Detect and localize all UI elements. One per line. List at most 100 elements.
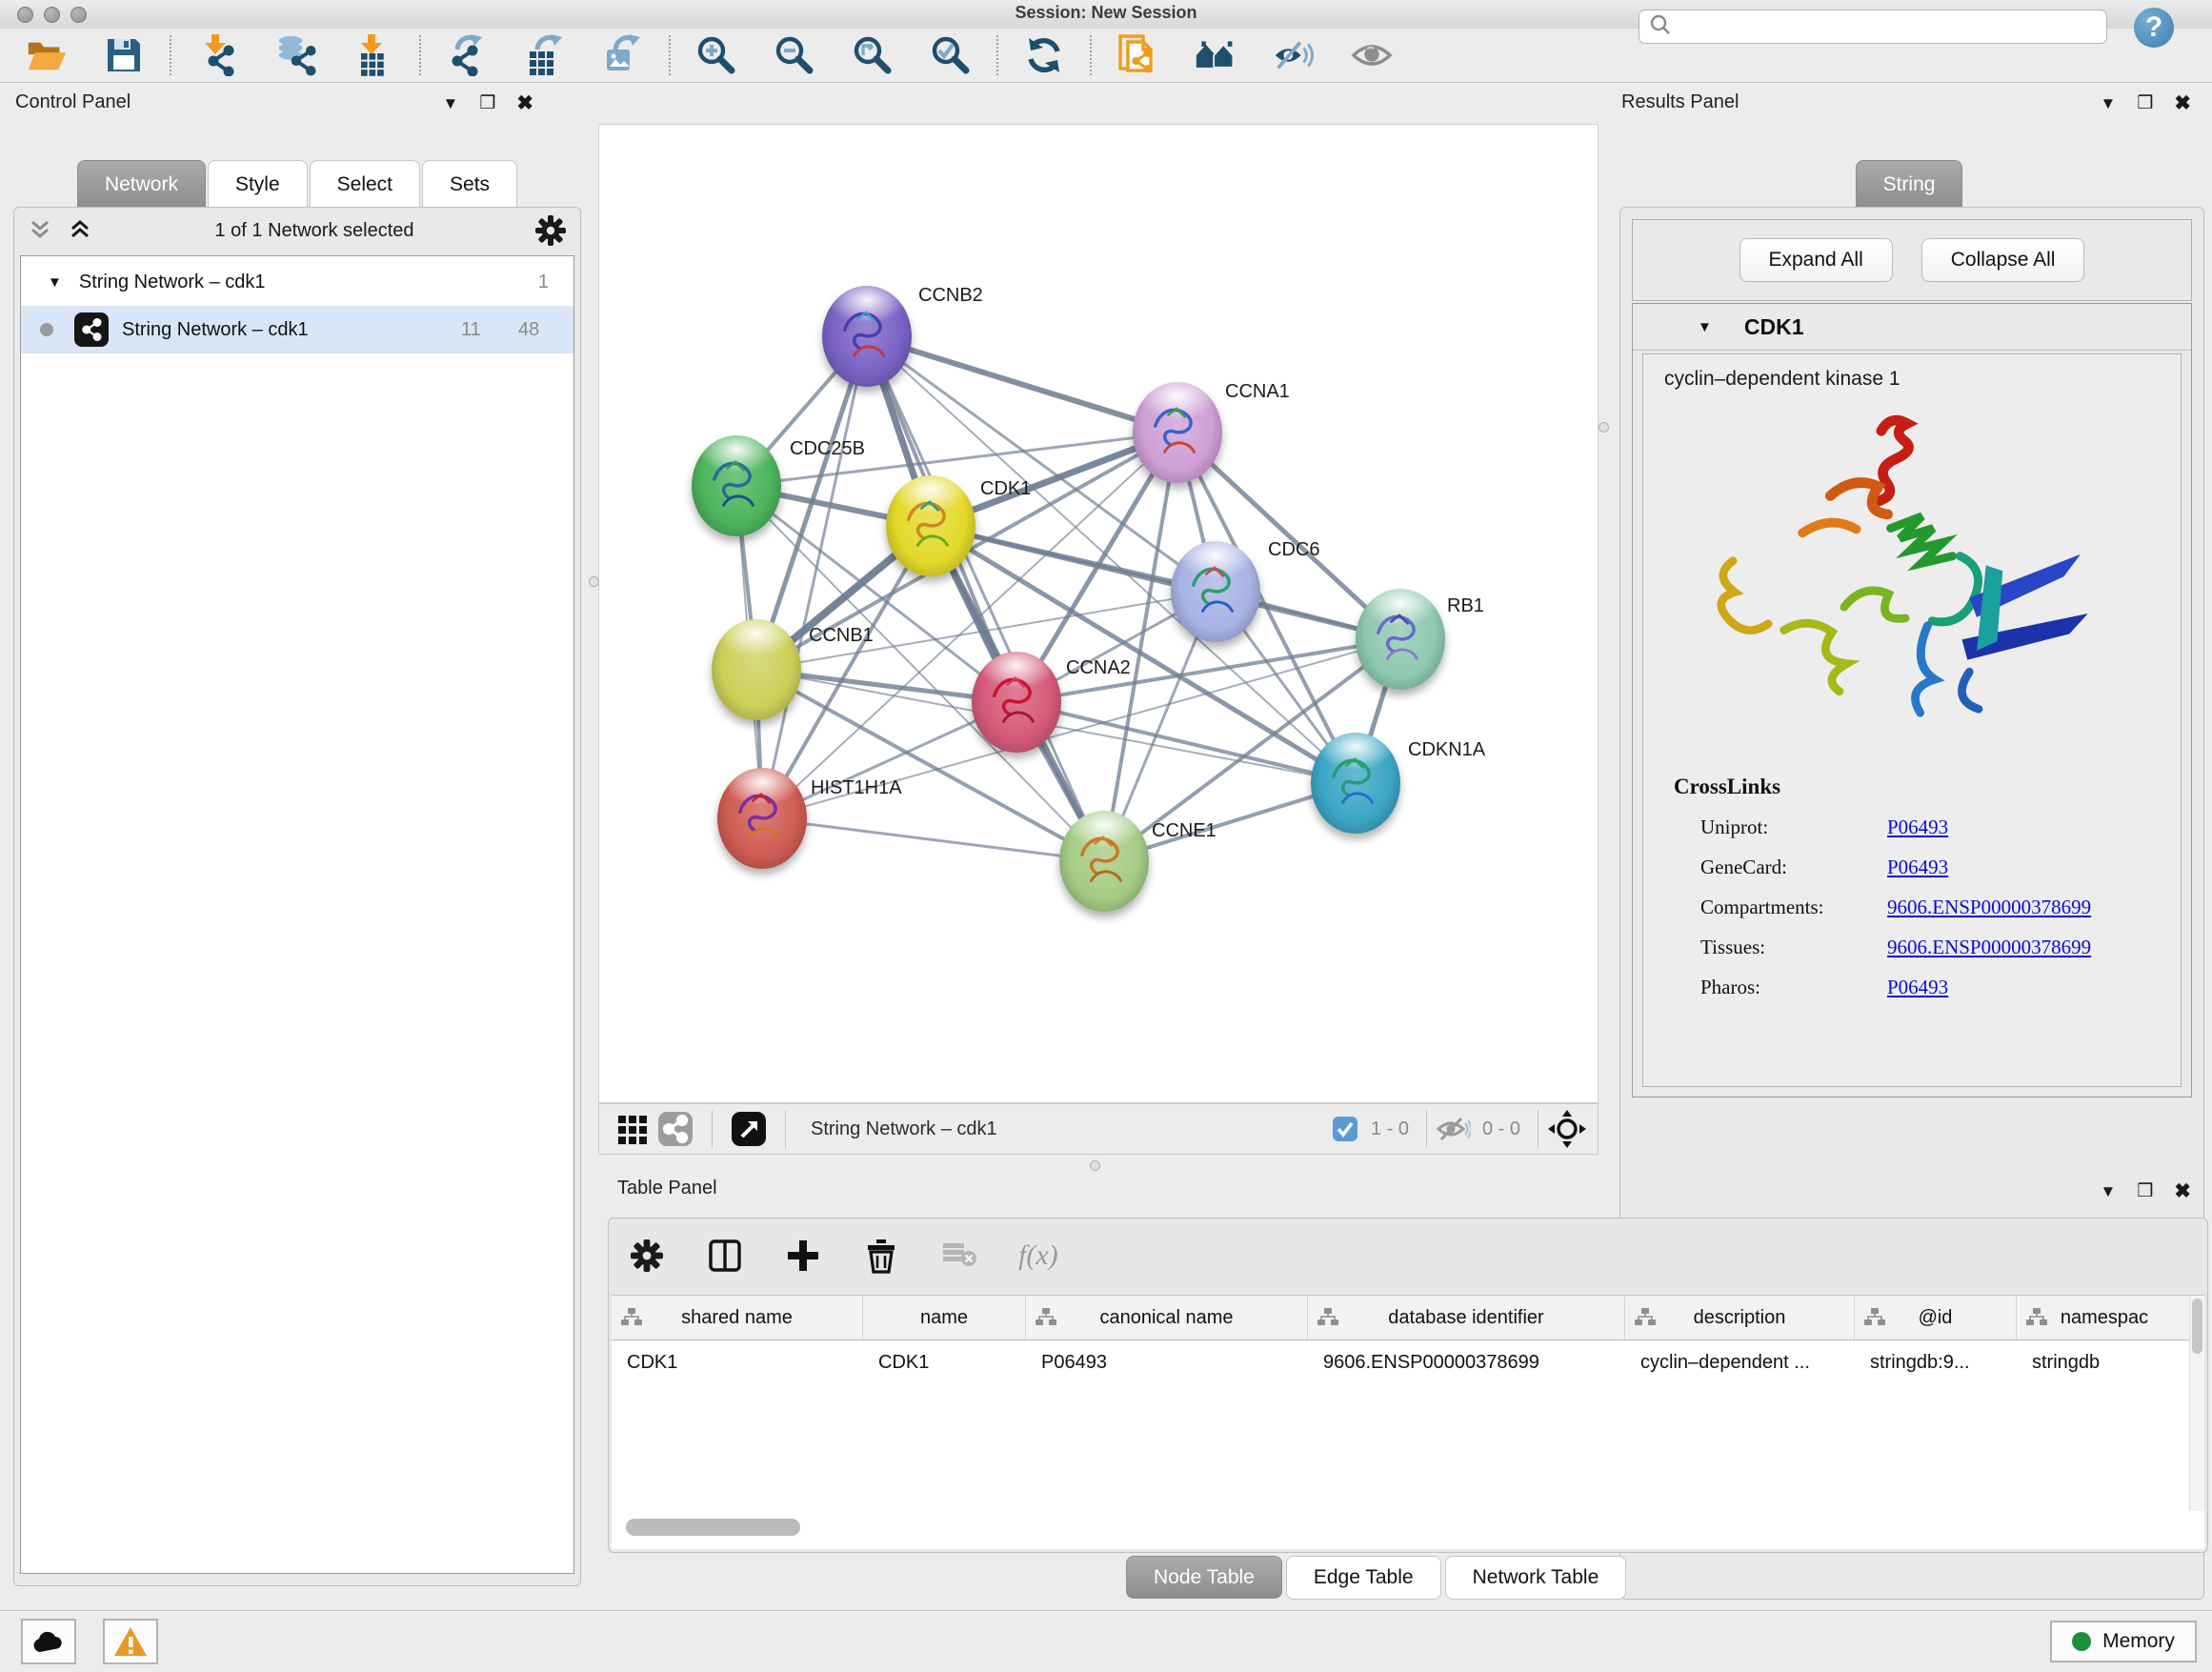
eye-icon[interactable] xyxy=(1351,34,1393,76)
import-table-icon[interactable] xyxy=(352,34,394,76)
collapse-all-button[interactable]: Collapse All xyxy=(1921,238,2085,282)
network-options-gear-icon[interactable] xyxy=(534,214,567,247)
node-CCNE1[interactable] xyxy=(1059,811,1149,912)
close-panel-icon[interactable]: ✖ xyxy=(2174,1181,2191,1201)
expand-all-button[interactable]: Expand All xyxy=(1739,238,1893,282)
network-tree-row-selected[interactable]: String Network – cdk1 11 48 xyxy=(21,306,573,353)
undock-panel-icon[interactable]: ❒ xyxy=(479,94,495,112)
collapse-all-networks-icon[interactable] xyxy=(66,216,94,245)
tab-sets[interactable]: Sets xyxy=(422,160,517,209)
table-vertical-scrollbar[interactable] xyxy=(2189,1296,2204,1511)
zoom-out-icon[interactable] xyxy=(774,34,815,76)
node-CDKN1A[interactable] xyxy=(1311,733,1400,834)
node-CCNA1[interactable] xyxy=(1133,382,1222,483)
add-column-icon[interactable] xyxy=(784,1237,822,1275)
tab-edge-table[interactable]: Edge Table xyxy=(1286,1556,1441,1600)
column-label: description xyxy=(1694,1307,1786,1329)
delete-table-icon[interactable] xyxy=(940,1237,978,1275)
refresh-icon[interactable] xyxy=(1023,34,1065,76)
share-view-icon[interactable] xyxy=(654,1108,696,1150)
table-row[interactable]: CDK1CDK1P064939606.ENSP00000378699cyclin… xyxy=(612,1340,2204,1384)
float-panel-icon[interactable]: ▼ xyxy=(2101,1183,2117,1199)
column-header-description[interactable]: description xyxy=(1625,1296,1855,1340)
column-header-@id[interactable]: @id xyxy=(1855,1296,2017,1340)
birdseye-view-icon[interactable] xyxy=(728,1108,770,1150)
tab-string[interactable]: String xyxy=(1856,160,1963,209)
column-header-canonical-name[interactable]: canonical name xyxy=(1026,1296,1308,1340)
tab-network-table[interactable]: Network Table xyxy=(1445,1556,1627,1600)
tab-node-table[interactable]: Node Table xyxy=(1126,1556,1282,1599)
node-CCNA2[interactable] xyxy=(972,652,1061,753)
crosslink-link[interactable]: 9606.ENSP00000378699 xyxy=(1887,896,2091,919)
copy-network-icon[interactable] xyxy=(1116,34,1158,76)
node-CDC6[interactable] xyxy=(1171,541,1260,642)
undock-panel-icon[interactable]: ❒ xyxy=(2137,1182,2153,1200)
crosslink-link[interactable]: P06493 xyxy=(1887,856,1948,879)
hidden-eye-icon[interactable] xyxy=(1435,1108,1473,1150)
show-columns-icon[interactable] xyxy=(706,1237,744,1275)
network-status-dot xyxy=(40,323,53,336)
node-HIST1H1A[interactable] xyxy=(717,768,807,869)
network-canvas[interactable]: CCNB2 CCNA1 CDC25B CDK1 CDC6 RB1CCNB1 xyxy=(598,124,1599,1103)
close-panel-icon[interactable]: ✖ xyxy=(2174,93,2191,113)
left-splitter-grip[interactable] xyxy=(589,576,599,587)
horizontal-splitter-grip[interactable] xyxy=(1090,1160,1100,1171)
node-label-RB1: RB1 xyxy=(1447,595,1484,617)
zoom-fit-icon[interactable] xyxy=(852,34,894,76)
crosslink-link[interactable]: P06493 xyxy=(1887,976,1948,999)
crosslink-link[interactable]: P06493 xyxy=(1887,816,1948,839)
column-header-name[interactable]: name xyxy=(863,1296,1026,1340)
fit-content-crosshair-icon[interactable] xyxy=(1546,1108,1588,1150)
hide-eye-icon[interactable] xyxy=(1273,34,1315,76)
node-CCNB2[interactable] xyxy=(822,286,912,387)
zoom-selected-icon[interactable] xyxy=(930,34,972,76)
table-cell: cyclin–dependent ... xyxy=(1625,1340,1855,1384)
node-CDK1[interactable] xyxy=(886,475,975,576)
table-options-gear-icon[interactable] xyxy=(628,1237,666,1275)
crosslink-label: Compartments: xyxy=(1700,896,1887,919)
column-header-namespac[interactable]: namespac xyxy=(2017,1296,2193,1340)
function-builder-icon[interactable]: f(x) xyxy=(1018,1239,1058,1272)
crosslink-link[interactable]: 9606.ENSP00000378699 xyxy=(1887,936,2091,959)
table-horizontal-scrollbar[interactable] xyxy=(621,1519,2183,1536)
float-panel-icon[interactable]: ▼ xyxy=(443,95,459,111)
gene-entry-header[interactable]: ▼ CDK1 xyxy=(1633,304,2191,351)
undock-panel-icon[interactable]: ❒ xyxy=(2137,94,2153,112)
node-CCNB1[interactable] xyxy=(712,619,801,720)
network-tree-root-row[interactable]: ▼ String Network – cdk1 1 xyxy=(21,258,573,306)
grid-view-icon[interactable] xyxy=(613,1108,654,1150)
import-network-icon[interactable] xyxy=(196,34,238,76)
open-session-icon[interactable] xyxy=(25,34,67,76)
collapse-entry-icon[interactable]: ▼ xyxy=(1698,319,1712,335)
node-table: shared namename canonical name database id… xyxy=(612,1295,2204,1549)
memory-button[interactable]: Memory xyxy=(2050,1621,2197,1662)
search-box[interactable] xyxy=(1639,10,2107,44)
node-RB1[interactable] xyxy=(1356,589,1445,690)
cloud-button[interactable] xyxy=(21,1619,76,1664)
export-network-icon[interactable] xyxy=(446,34,488,76)
expand-all-networks-icon[interactable] xyxy=(26,216,54,245)
export-image-icon[interactable] xyxy=(602,34,644,76)
delete-column-icon[interactable] xyxy=(862,1237,900,1275)
help-button[interactable]: ? xyxy=(2134,8,2174,48)
save-session-icon[interactable] xyxy=(103,34,145,76)
selected-checkbox-icon[interactable] xyxy=(1329,1108,1361,1150)
search-input[interactable] xyxy=(1679,16,2106,38)
column-header-database-identifier[interactable]: database identifier xyxy=(1308,1296,1625,1340)
home-icon[interactable] xyxy=(1195,34,1237,76)
tab-select[interactable]: Select xyxy=(310,160,420,209)
warning-button[interactable] xyxy=(103,1619,158,1664)
node-label-CDC25B: CDC25B xyxy=(790,438,865,460)
tab-style[interactable]: Style xyxy=(208,160,308,209)
protein-ribbon-thumbnail xyxy=(707,452,766,520)
tab-network[interactable]: Network xyxy=(77,160,206,209)
column-header-shared-name[interactable]: shared name xyxy=(612,1296,863,1340)
column-label: canonical name xyxy=(1099,1307,1233,1329)
zoom-in-icon[interactable] xyxy=(695,34,737,76)
tree-expand-icon[interactable]: ▼ xyxy=(48,274,62,291)
import-database-icon[interactable] xyxy=(274,34,316,76)
node-CDC25B[interactable] xyxy=(692,435,781,536)
close-panel-icon[interactable]: ✖ xyxy=(516,93,533,113)
export-table-icon[interactable] xyxy=(524,34,566,76)
float-panel-icon[interactable]: ▼ xyxy=(2101,95,2117,111)
